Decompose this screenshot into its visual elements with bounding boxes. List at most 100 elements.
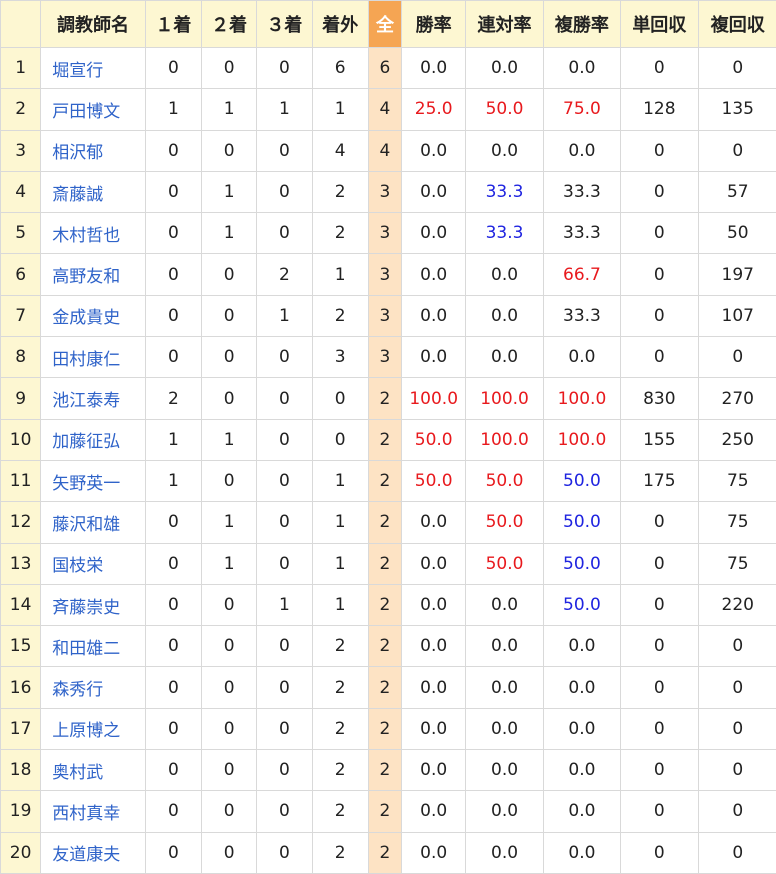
out-of-place-count: 2 bbox=[312, 832, 368, 873]
out-of-place-count: 2 bbox=[312, 791, 368, 832]
out-of-place-count: 1 bbox=[312, 584, 368, 625]
table-row: 12藤沢和雄010120.050.050.0075 bbox=[1, 502, 776, 543]
trainer-name-link[interactable]: 高野友和 bbox=[41, 254, 146, 295]
trainer-name-header[interactable]: 調教師名 bbox=[41, 1, 146, 48]
table-row: 15和田雄二000220.00.00.000 bbox=[1, 626, 776, 667]
third-place-count: 0 bbox=[257, 667, 312, 708]
total-count: 2 bbox=[368, 419, 401, 460]
win-rate-header[interactable]: 勝率 bbox=[402, 1, 466, 48]
show-rate: 0.0 bbox=[543, 708, 620, 749]
first-place-header[interactable]: １着 bbox=[145, 1, 201, 48]
trainer-name-link[interactable]: 国枝栄 bbox=[41, 543, 146, 584]
rank-cell: 16 bbox=[1, 667, 41, 708]
total-count: 6 bbox=[368, 48, 401, 89]
trainer-name-link[interactable]: 和田雄二 bbox=[41, 626, 146, 667]
win-return-header[interactable]: 単回収 bbox=[621, 1, 698, 48]
rank-cell: 5 bbox=[1, 213, 41, 254]
trainer-name-link[interactable]: 金成貴史 bbox=[41, 295, 146, 336]
trainer-name-link[interactable]: 森秀行 bbox=[41, 667, 146, 708]
table-row: 19西村真幸000220.00.00.000 bbox=[1, 791, 776, 832]
quinella-rate-header[interactable]: 連対率 bbox=[466, 1, 543, 48]
trainer-name-link[interactable]: 池江泰寿 bbox=[41, 378, 146, 419]
win-return: 0 bbox=[621, 48, 698, 89]
trainer-name-link[interactable]: 堀宣行 bbox=[41, 48, 146, 89]
show-rate: 50.0 bbox=[543, 460, 620, 501]
trainer-name-link[interactable]: 相沢郁 bbox=[41, 130, 146, 171]
table-row: 18奥村武000220.00.00.000 bbox=[1, 750, 776, 791]
win-rate: 0.0 bbox=[402, 543, 466, 584]
trainer-name-link[interactable]: 矢野英一 bbox=[41, 460, 146, 501]
win-return: 0 bbox=[621, 254, 698, 295]
third-place-header[interactable]: ３着 bbox=[257, 1, 312, 48]
second-place-count: 0 bbox=[202, 667, 257, 708]
out-of-place-count: 2 bbox=[312, 213, 368, 254]
trainer-name-link[interactable]: 奥村武 bbox=[41, 750, 146, 791]
third-place-count: 1 bbox=[257, 295, 312, 336]
second-place-count: 0 bbox=[202, 832, 257, 873]
third-place-count: 0 bbox=[257, 213, 312, 254]
trainer-name-link[interactable]: 友道康夫 bbox=[41, 832, 146, 873]
quinella-rate: 0.0 bbox=[466, 48, 543, 89]
first-place-count: 0 bbox=[145, 708, 201, 749]
third-place-count: 0 bbox=[257, 378, 312, 419]
out-of-place-header[interactable]: 着外 bbox=[312, 1, 368, 48]
second-place-count: 0 bbox=[202, 378, 257, 419]
win-return: 0 bbox=[621, 543, 698, 584]
quinella-rate: 0.0 bbox=[466, 750, 543, 791]
total-header[interactable]: 全 bbox=[368, 1, 401, 48]
show-rate: 0.0 bbox=[543, 130, 620, 171]
third-place-count: 0 bbox=[257, 502, 312, 543]
trainer-name-link[interactable]: 上原博之 bbox=[41, 708, 146, 749]
rank-cell: 1 bbox=[1, 48, 41, 89]
quinella-rate: 100.0 bbox=[466, 419, 543, 460]
out-of-place-count: 2 bbox=[312, 750, 368, 791]
rank-cell: 12 bbox=[1, 502, 41, 543]
quinella-rate: 0.0 bbox=[466, 254, 543, 295]
trainer-name-link[interactable]: 斎藤誠 bbox=[41, 171, 146, 212]
show-return: 250 bbox=[698, 419, 776, 460]
first-place-count: 0 bbox=[145, 832, 201, 873]
trainer-stats-table: 調教師名 １着 ２着 ３着 着外 全 勝率 連対率 複勝率 単回収 複回収 1堀… bbox=[0, 0, 776, 874]
second-place-header[interactable]: ２着 bbox=[202, 1, 257, 48]
show-rate: 50.0 bbox=[543, 502, 620, 543]
win-return: 0 bbox=[621, 130, 698, 171]
second-place-count: 0 bbox=[202, 750, 257, 791]
trainer-name-link[interactable]: 藤沢和雄 bbox=[41, 502, 146, 543]
win-return: 0 bbox=[621, 337, 698, 378]
total-count: 2 bbox=[368, 584, 401, 625]
win-return: 0 bbox=[621, 708, 698, 749]
trainer-name-link[interactable]: 田村康仁 bbox=[41, 337, 146, 378]
show-return-header[interactable]: 複回収 bbox=[698, 1, 776, 48]
trainer-name-link[interactable]: 加藤征弘 bbox=[41, 419, 146, 460]
trainer-name-link[interactable]: 木村哲也 bbox=[41, 213, 146, 254]
total-count: 2 bbox=[368, 460, 401, 501]
third-place-count: 0 bbox=[257, 419, 312, 460]
quinella-rate: 50.0 bbox=[466, 89, 543, 130]
third-place-count: 0 bbox=[257, 832, 312, 873]
first-place-count: 0 bbox=[145, 626, 201, 667]
trainer-name-link[interactable]: 斉藤崇史 bbox=[41, 584, 146, 625]
table-row: 1堀宣行000660.00.00.000 bbox=[1, 48, 776, 89]
rank-cell: 6 bbox=[1, 254, 41, 295]
header-row: 調教師名 １着 ２着 ３着 着外 全 勝率 連対率 複勝率 単回収 複回収 bbox=[1, 1, 776, 48]
first-place-count: 2 bbox=[145, 378, 201, 419]
third-place-count: 0 bbox=[257, 750, 312, 791]
win-rate: 100.0 bbox=[402, 378, 466, 419]
trainer-name-link[interactable]: 戸田博文 bbox=[41, 89, 146, 130]
trainer-name-link[interactable]: 西村真幸 bbox=[41, 791, 146, 832]
quinella-rate: 0.0 bbox=[466, 584, 543, 625]
table-row: 6高野友和002130.00.066.70197 bbox=[1, 254, 776, 295]
first-place-count: 0 bbox=[145, 667, 201, 708]
second-place-count: 0 bbox=[202, 254, 257, 295]
rank-header bbox=[1, 1, 41, 48]
show-return: 270 bbox=[698, 378, 776, 419]
show-rate-header[interactable]: 複勝率 bbox=[543, 1, 620, 48]
total-count: 3 bbox=[368, 337, 401, 378]
total-count: 2 bbox=[368, 832, 401, 873]
quinella-rate: 100.0 bbox=[466, 378, 543, 419]
second-place-count: 1 bbox=[202, 543, 257, 584]
out-of-place-count: 1 bbox=[312, 502, 368, 543]
quinella-rate: 33.3 bbox=[466, 171, 543, 212]
first-place-count: 0 bbox=[145, 295, 201, 336]
show-return: 107 bbox=[698, 295, 776, 336]
